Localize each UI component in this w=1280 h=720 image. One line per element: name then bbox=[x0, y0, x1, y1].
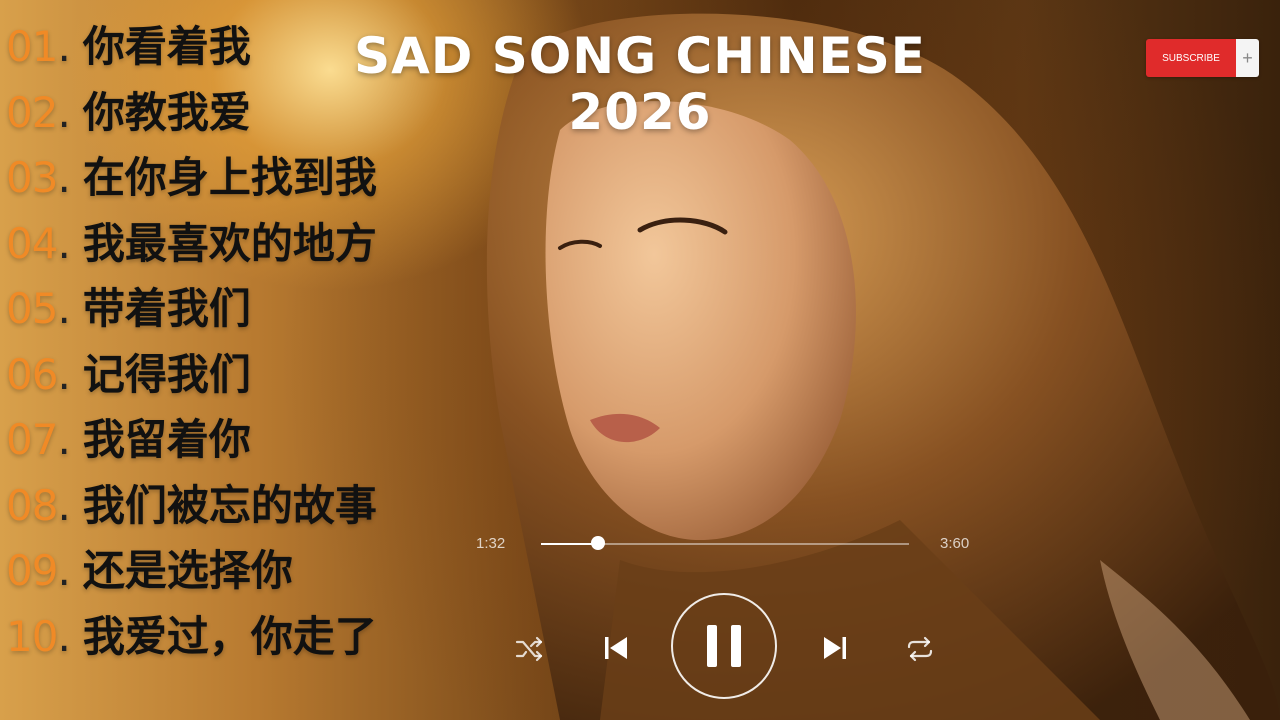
track-item[interactable]: 05. 带着我们 bbox=[6, 288, 476, 354]
track-title: 我们被忘的故事 bbox=[82, 480, 377, 530]
track-item[interactable]: 09. 还是选择你 bbox=[6, 550, 476, 616]
repeat-icon[interactable] bbox=[904, 636, 936, 662]
track-title: 在你身上找到我 bbox=[82, 153, 377, 202]
track-number: 01 bbox=[6, 22, 58, 71]
previous-icon[interactable] bbox=[603, 634, 629, 662]
track-dot: . bbox=[57, 153, 71, 202]
pause-icon bbox=[707, 625, 741, 667]
progress-fill bbox=[541, 543, 599, 545]
track-number: 04 bbox=[6, 218, 58, 268]
track-dot: . bbox=[57, 415, 71, 464]
subscribe-button[interactable]: SUBSCRIBE + bbox=[1146, 39, 1259, 77]
track-title: 我最喜欢的地方 bbox=[82, 218, 377, 268]
track-item[interactable]: 08. 我们被忘的故事 bbox=[6, 480, 476, 551]
track-dot: . bbox=[57, 218, 71, 268]
track-item[interactable]: 06. 记得我们 bbox=[6, 349, 476, 420]
track-title: 记得我们 bbox=[82, 349, 251, 399]
next-icon[interactable] bbox=[822, 634, 848, 662]
track-number: 09 bbox=[6, 546, 58, 595]
duration-time: 3:60 bbox=[940, 535, 970, 552]
shuffle-icon[interactable] bbox=[514, 636, 544, 662]
plus-icon: + bbox=[1236, 39, 1259, 77]
track-dot: . bbox=[57, 284, 71, 333]
track-item[interactable]: 03. 在你身上找到我 bbox=[6, 157, 476, 223]
track-number: 08 bbox=[6, 480, 58, 530]
elapsed-time: 1:32 bbox=[476, 535, 506, 552]
page-title: SAD SONG CHINESE 2026 bbox=[330, 28, 950, 140]
progress-thumb[interactable] bbox=[591, 536, 606, 550]
subscribe-label: SUBSCRIBE bbox=[1146, 39, 1236, 77]
track-dot: . bbox=[57, 611, 71, 661]
track-number: 02 bbox=[6, 87, 58, 137]
track-number: 06 bbox=[6, 349, 58, 399]
title-line-1: SAD SONG CHINESE bbox=[354, 27, 926, 85]
track-title: 你看着我 bbox=[82, 22, 251, 71]
title-line-2: 2026 bbox=[568, 83, 712, 141]
track-item[interactable]: 04. 我最喜欢的地方 bbox=[6, 218, 476, 289]
track-title: 带着我们 bbox=[82, 284, 251, 333]
track-item[interactable]: 07. 我留着你 bbox=[6, 419, 476, 485]
track-dot: . bbox=[57, 87, 71, 137]
track-number: 07 bbox=[6, 415, 58, 464]
track-dot: . bbox=[57, 22, 71, 71]
track-number: 05 bbox=[6, 284, 58, 333]
track-dot: . bbox=[57, 480, 71, 530]
pause-button[interactable] bbox=[671, 593, 777, 699]
progress-bar[interactable] bbox=[541, 536, 909, 550]
track-item[interactable]: 10. 我爱过，你走了 bbox=[6, 611, 476, 682]
track-title: 我爱过，你走了 bbox=[82, 611, 377, 661]
track-dot: . bbox=[57, 546, 71, 595]
track-dot: . bbox=[57, 349, 71, 399]
track-title: 我留着你 bbox=[82, 415, 251, 464]
track-number: 10 bbox=[6, 611, 58, 661]
track-number: 03 bbox=[6, 153, 58, 202]
track-title: 你教我爱 bbox=[82, 87, 251, 137]
track-title: 还是选择你 bbox=[82, 546, 293, 595]
